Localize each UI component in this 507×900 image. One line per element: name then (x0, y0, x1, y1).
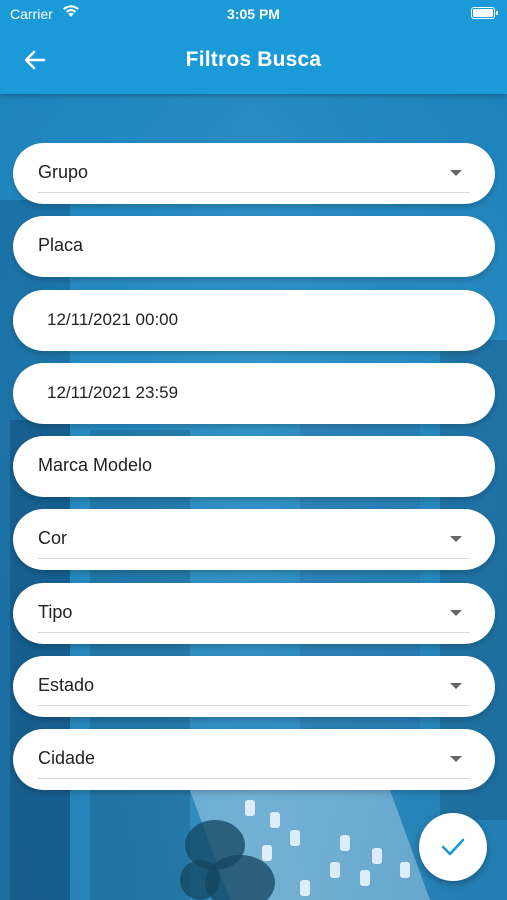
field-label: Marca Modelo (38, 455, 153, 476)
battery-icon (471, 7, 498, 19)
page-title: Filtros Busca (185, 48, 322, 71)
data-inicio-field[interactable]: 12/11/2021 00:00 (13, 289, 495, 351)
field-label: Estado (38, 675, 95, 696)
filter-form: Grupo Placa 12/11/2021 00:00 12/11/2021 … (13, 143, 495, 803)
caret-down-icon (450, 536, 462, 543)
placa-input[interactable]: Placa (13, 216, 495, 278)
apply-filters-button[interactable] (419, 813, 487, 881)
cor-dropdown[interactable]: Cor (13, 509, 495, 571)
field-value: 12/11/2021 00:00 (47, 309, 179, 329)
app-bar: Carrier 3:05 PM Filtros Busca (0, 0, 507, 94)
estado-dropdown[interactable]: Estado (13, 656, 495, 718)
grupo-dropdown[interactable]: Grupo (13, 143, 495, 204)
caret-down-icon (450, 170, 462, 176)
field-underline (38, 631, 470, 633)
cidade-dropdown[interactable]: Cidade (13, 729, 495, 791)
status-bar: Carrier 3:05 PM (0, 0, 507, 28)
field-underline (38, 192, 470, 193)
field-label: Grupo (38, 162, 89, 182)
tipo-dropdown[interactable]: Tipo (13, 582, 495, 644)
field-underline (38, 778, 470, 780)
check-icon (441, 838, 465, 856)
status-time: 3:05 PM (227, 6, 280, 22)
caret-down-icon (450, 756, 462, 763)
caret-down-icon (450, 609, 462, 616)
field-underline (38, 705, 470, 707)
field-label: Placa (38, 235, 84, 256)
field-label: Tipo (38, 601, 73, 622)
marca-modelo-input[interactable]: Marca Modelo (13, 436, 495, 498)
data-fim-field[interactable]: 12/11/2021 23:59 (13, 362, 495, 424)
field-label: Cor (38, 528, 68, 549)
field-value: 12/11/2021 23:59 (47, 382, 179, 402)
field-label: Cidade (38, 748, 96, 769)
field-underline (38, 558, 470, 560)
caret-down-icon (450, 683, 462, 690)
